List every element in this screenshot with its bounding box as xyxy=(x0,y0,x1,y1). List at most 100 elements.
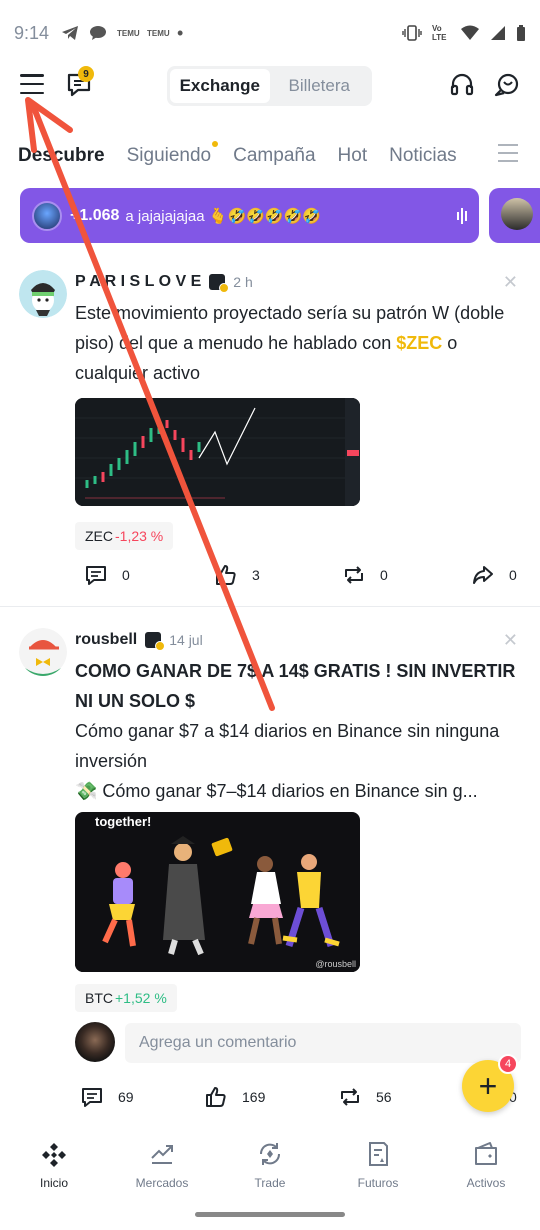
avatar[interactable] xyxy=(19,270,67,318)
post-text[interactable]: Este movimiento proyectado sería su patr… xyxy=(75,298,525,388)
nav-inicio[interactable]: Inicio xyxy=(0,1140,108,1210)
post-actions: 69 169 56 0 xyxy=(0,1085,540,1115)
author-row: P A R I S L O V E 2 h xyxy=(75,273,253,293)
live-banner-next[interactable] xyxy=(489,188,540,243)
coin-change: -1,23 % xyxy=(115,528,164,544)
markets-chart-icon xyxy=(151,1145,173,1164)
chat-support-icon[interactable] xyxy=(493,71,521,99)
image-caption: together! xyxy=(95,814,152,829)
tab-hot[interactable]: Hot xyxy=(338,145,368,167)
author-name[interactable]: P A R I S L O V E xyxy=(75,273,201,291)
live-host-avatar xyxy=(501,198,533,230)
close-icon[interactable]: ✕ xyxy=(503,630,518,651)
signal-icon xyxy=(491,26,505,40)
notification-icons: TEMU TEMU • xyxy=(61,23,183,44)
post-text[interactable]: 💸 Cómo ganar $7–$14 diarios en Binance s… xyxy=(75,776,525,806)
exchange-wallet-toggle: Exchange Billetera xyxy=(167,66,372,106)
audio-wave-icon xyxy=(457,207,467,224)
live-banner[interactable]: +1.068 a jajajajajaa 🫰🤣🤣🤣🤣🤣 xyxy=(20,188,479,243)
temu-icon: TEMU xyxy=(147,28,170,38)
live-host-avatar xyxy=(32,200,62,231)
vibrate-icon xyxy=(402,25,422,41)
exchange-tab[interactable]: Exchange xyxy=(170,69,270,103)
wallet-tab[interactable]: Billetera xyxy=(270,69,370,103)
comment-input[interactable]: Agrega un comentario xyxy=(125,1023,521,1063)
temu-icon: TEMU xyxy=(117,28,140,38)
comment-count: 0 xyxy=(122,567,130,583)
share-button[interactable]: 0 xyxy=(471,563,517,587)
candlestick-chart-thumbnail xyxy=(75,398,360,506)
nav-activos[interactable]: Activos xyxy=(432,1140,540,1210)
feed-tabs: Descubre Siguiendo Campaña Hot Noticias xyxy=(0,132,540,180)
author-name[interactable]: rousbell xyxy=(75,631,137,649)
trade-icon xyxy=(259,1143,281,1165)
chat-bubble-icon xyxy=(90,26,107,40)
like-button[interactable]: 169 xyxy=(204,1085,265,1109)
post-title[interactable]: COMO GANAR DE 7$ A 14$ GRATIS ! SIN INVE… xyxy=(75,656,525,716)
menu-icon[interactable] xyxy=(20,74,44,94)
avatar[interactable] xyxy=(19,628,67,676)
repost-count: 56 xyxy=(376,1089,392,1105)
nav-label: Futuros xyxy=(357,1176,399,1190)
repost-button[interactable]: 56 xyxy=(338,1085,392,1109)
futures-icon xyxy=(369,1142,388,1166)
people-illustration xyxy=(75,836,360,972)
nav-mercados[interactable]: Mercados xyxy=(108,1140,216,1210)
nav-label: Trade xyxy=(254,1176,286,1190)
repost-icon xyxy=(345,566,363,584)
share-count: 0 xyxy=(509,567,517,583)
nav-trade[interactable]: Trade xyxy=(216,1140,324,1210)
nav-label: Inicio xyxy=(39,1176,68,1190)
comment-icon xyxy=(86,566,106,585)
coin-symbol: ZEC xyxy=(85,528,113,544)
top-bar: 9 Exchange Billetera xyxy=(0,62,540,110)
headset-icon[interactable] xyxy=(449,72,475,98)
comment-icon xyxy=(82,1088,102,1107)
comment-count: 69 xyxy=(118,1089,134,1105)
coin-tag[interactable]: ZEC -1,23 % xyxy=(75,522,174,550)
tab-descubre[interactable]: Descubre xyxy=(18,145,105,167)
binance-logo-icon xyxy=(42,1143,66,1167)
tab-label: Siguiendo xyxy=(126,145,212,166)
comment-button[interactable]: 69 xyxy=(80,1085,134,1109)
coin-change: +1,52 % xyxy=(115,990,167,1006)
image-watermark: @rousbell xyxy=(315,959,356,969)
tabs-menu-icon[interactable] xyxy=(498,144,518,162)
thumbs-up-icon xyxy=(216,565,236,585)
repost-button[interactable]: 0 xyxy=(342,563,388,587)
close-icon[interactable]: ✕ xyxy=(503,272,518,293)
post-image[interactable]: together! @rousbell xyxy=(75,812,360,972)
messages-badge: 9 xyxy=(78,66,94,82)
coin-tag[interactable]: BTC +1,52 % xyxy=(75,984,177,1012)
dot-icon: • xyxy=(177,22,184,43)
post-text[interactable]: Cómo ganar $7 a $14 diarios en Binance s… xyxy=(75,716,525,776)
like-count: 169 xyxy=(242,1089,266,1105)
like-count: 3 xyxy=(252,567,260,583)
avatar-image xyxy=(19,628,67,676)
wifi-icon xyxy=(461,25,479,40)
create-post-badge: 4 xyxy=(498,1054,518,1074)
tab-campana[interactable]: Campaña xyxy=(233,145,315,167)
verified-badge-icon xyxy=(145,632,166,651)
comment-button[interactable]: 0 xyxy=(84,563,130,587)
tab-siguiendo[interactable]: Siguiendo xyxy=(126,141,219,167)
bottom-nav: Inicio Mercados Trade Futuros Activos xyxy=(0,1140,540,1210)
nav-futuros[interactable]: Futuros xyxy=(324,1140,432,1210)
volte-icon: Vo LTE xyxy=(432,24,447,42)
ticker-link[interactable]: $ZEC xyxy=(396,333,442,353)
coin-symbol: BTC xyxy=(85,990,113,1006)
thumbs-up-icon xyxy=(206,1087,226,1107)
telegram-icon xyxy=(62,26,79,40)
wallet-icon xyxy=(475,1142,497,1165)
nav-label: Activos xyxy=(466,1176,506,1190)
share-icon xyxy=(473,566,493,584)
repost-count: 0 xyxy=(380,567,388,583)
tab-noticias[interactable]: Noticias xyxy=(389,145,457,167)
post-time: 2 h xyxy=(233,274,253,290)
repost-icon xyxy=(341,1088,359,1106)
like-button[interactable]: 3 xyxy=(214,563,260,587)
chart-image[interactable] xyxy=(75,398,360,506)
system-icons: Vo LTE xyxy=(402,24,526,42)
post-time: 14 jul xyxy=(169,632,203,648)
live-message: a jajajajajaa 🫰🤣🤣🤣🤣🤣 xyxy=(125,207,321,225)
